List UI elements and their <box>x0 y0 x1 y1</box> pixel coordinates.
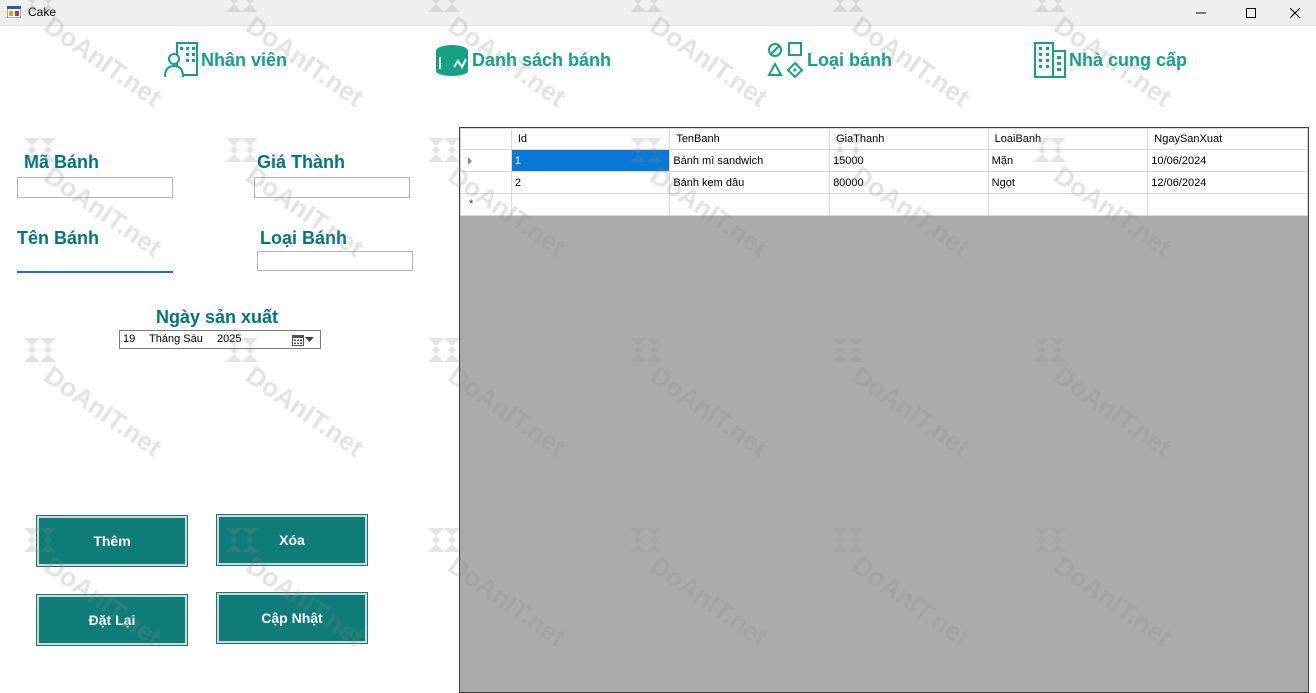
column-header-tenbanh[interactable]: TenBanh <box>669 128 831 150</box>
date-picker[interactable]: 19 Tháng Sáu 2025 <box>119 330 321 349</box>
new-row-marker: * <box>469 198 474 210</box>
row-header[interactable] <box>460 149 512 172</box>
current-row-arrow-icon <box>468 157 472 165</box>
grid-cell[interactable] <box>829 193 989 216</box>
grid-cell[interactable]: 12/06/2024 <box>1147 171 1308 194</box>
nav-loai-banh[interactable]: Loại bánh <box>767 40 892 80</box>
column-header-loaibanh[interactable]: LoaiBanh <box>987 128 1149 150</box>
gia-thanh-input[interactable] <box>254 177 410 198</box>
nav-label: Nhà cung cấp <box>1069 49 1188 70</box>
title-bar: Cake <box>0 0 1316 26</box>
close-button[interactable] <box>1272 0 1316 26</box>
grid-table: Id TenBanh GiaThanh LoaiBanh NgaySanXuat… <box>460 128 1308 216</box>
close-icon <box>1290 8 1300 18</box>
watermark-mark-icon <box>428 338 460 362</box>
ma-banh-label: Mã Bánh <box>24 152 100 172</box>
date-day[interactable]: 19 <box>123 333 135 345</box>
grid-cell[interactable] <box>1147 193 1308 216</box>
row-header[interactable]: * <box>460 193 512 216</box>
row-header[interactable] <box>460 171 512 194</box>
loai-banh-input[interactable] <box>257 251 413 271</box>
nav-label: Nhân viên <box>201 49 288 70</box>
cake-list-icon <box>436 45 468 76</box>
grid-cell[interactable] <box>510 193 671 216</box>
nav-nhan-vien[interactable]: Nhân viên <box>163 40 287 80</box>
grid-cell[interactable]: Ngọt <box>987 171 1149 194</box>
employee-icon <box>164 42 198 78</box>
ten-banh-input[interactable] <box>17 251 173 273</box>
cake-data-grid[interactable]: Id TenBanh GiaThanh LoaiBanh NgaySanXuat… <box>459 127 1309 693</box>
maximize-icon <box>1246 8 1256 18</box>
grid-corner-header[interactable] <box>460 128 512 150</box>
table-row[interactable]: 1 Bánh mì sandwich 15000 Mặn 10/06/2024 <box>460 149 1308 172</box>
minimize-button[interactable] <box>1178 0 1224 26</box>
grid-cell[interactable]: 2 <box>510 171 671 194</box>
cap-nhat-button[interactable]: Cập Nhật <box>216 592 368 644</box>
maximize-button[interactable] <box>1228 0 1274 26</box>
watermark-mark-icon <box>24 338 56 362</box>
minimize-icon <box>1196 12 1206 14</box>
gia-thanh-label: Giá Thành <box>257 152 346 172</box>
column-header-ngaysanxuat[interactable]: NgaySanXuat <box>1147 128 1308 150</box>
date-year[interactable]: 2025 <box>217 333 241 345</box>
ten-banh-label: Tên Bánh <box>17 228 100 248</box>
nav-danh-sach-banh[interactable]: Danh sách bánh <box>434 40 611 80</box>
table-row[interactable]: 2 Bánh kem dâu 80000 Ngọt 12/06/2024 <box>460 171 1308 194</box>
categories-icon <box>767 42 804 79</box>
them-button[interactable]: Thêm <box>36 515 188 567</box>
loai-banh-label: Loại Bánh <box>260 228 348 248</box>
nav-label: Loại bánh <box>807 49 892 70</box>
grid-cell[interactable]: 1 <box>510 149 671 172</box>
grid-cell[interactable]: 15000 <box>829 149 989 172</box>
calendar-icon <box>292 334 304 346</box>
column-header-id[interactable]: Id <box>510 128 671 150</box>
grid-cell[interactable] <box>987 193 1149 216</box>
watermark-logo: DoAnIT.net <box>20 330 220 490</box>
watermark-text: DoAnIT.net <box>240 360 370 463</box>
dat-lai-button[interactable]: Đặt Lại <box>36 594 188 646</box>
ngay-san-xuat-label: Ngày sản xuất <box>156 307 279 327</box>
app-icon <box>7 6 21 18</box>
grid-cell[interactable]: Mặn <box>987 149 1149 172</box>
grid-cell[interactable]: 10/06/2024 <box>1147 149 1308 172</box>
date-month[interactable]: Tháng Sáu <box>149 333 203 345</box>
watermark-text: DoAnIT.net <box>38 360 168 463</box>
nav-nha-cung-cap[interactable]: Nhà cung cấp <box>1033 40 1187 80</box>
watermark-mark-icon <box>428 528 460 552</box>
watermark-logo: DoAnIT.net <box>222 330 422 490</box>
calendar-dropdown-button[interactable] <box>292 332 318 347</box>
ma-banh-input[interactable] <box>17 177 173 198</box>
grid-cell[interactable]: 80000 <box>829 171 989 194</box>
building-icon <box>1034 42 1066 78</box>
new-row[interactable]: * <box>460 193 1308 216</box>
chevron-down-icon <box>305 336 314 342</box>
nav-label: Danh sách bánh <box>472 49 612 70</box>
grid-cell[interactable] <box>669 193 831 216</box>
xoa-button[interactable]: Xóa <box>216 514 368 566</box>
grid-cell[interactable]: Bánh mì sandwich <box>669 149 831 172</box>
watermark-mark-icon <box>428 138 460 162</box>
grid-cell[interactable]: Bánh kem dâu <box>669 171 831 194</box>
window-title: Cake <box>28 5 57 19</box>
watermark-mark-icon <box>226 138 258 162</box>
grid-header-row: Id TenBanh GiaThanh LoaiBanh NgaySanXuat <box>460 128 1308 150</box>
column-header-giathanh[interactable]: GiaThanh <box>829 128 989 150</box>
